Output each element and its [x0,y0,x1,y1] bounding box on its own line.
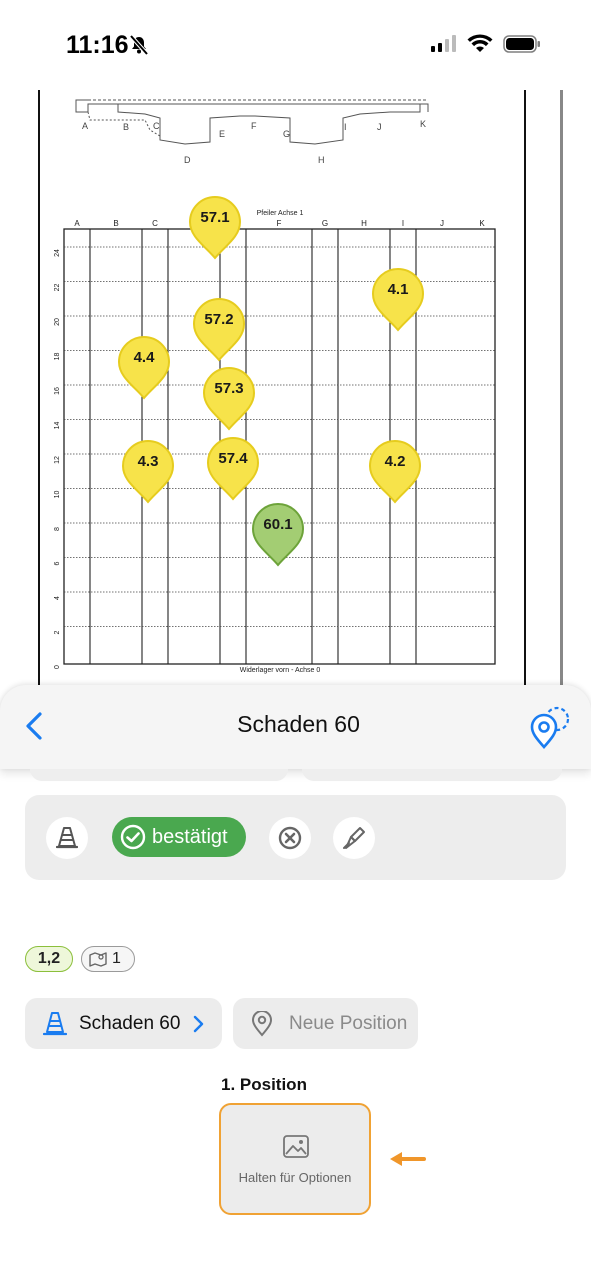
damage-link-label: Schaden 60 [79,1012,181,1034]
cellular-signal-icon [431,35,457,58]
caption-top: Pfeiler Achse 1 [257,210,304,217]
grid-column-label: I [402,219,404,228]
status-time: 11:16 [66,31,129,59]
damage-pin-label: 57.2 [204,311,234,328]
new-position-label: Neue Position [289,1012,408,1034]
wifi-icon [467,34,493,59]
damage-pin-label: 57.4 [218,450,248,467]
section-label: K [420,119,426,129]
damage-link-chip[interactable]: Schaden 60 [25,998,222,1049]
hidden-chip-row [0,769,591,783]
photo-hint: Halten für Optionen [238,1170,352,1185]
grid-row-label: 6 [54,561,61,565]
grid-row-label: 8 [54,527,61,531]
status-confirmed-button[interactable]: bestätigt [112,817,246,857]
grid-row-label: 12 [54,456,61,464]
image-icon [283,1135,309,1158]
map-count-badge: 1 [81,946,135,972]
grid-column-label: H [361,219,367,228]
section-label: D [184,155,191,165]
section-label: B [123,122,129,132]
damage-pin[interactable]: 57.3 [202,366,256,432]
scale-badge-value: 1,2 [37,950,61,967]
grid-row-label: 20 [54,318,61,326]
sheet-title: Schaden 60 [237,711,360,737]
grid-row-label: 4 [54,596,61,600]
section-label: H [318,155,325,165]
damage-pin[interactable]: 4.2 [368,439,422,505]
grid-column-label: F [277,219,282,228]
grid-column-label: B [113,219,118,228]
photo-placeholder[interactable]: Halten für Optionen [219,1103,371,1215]
arrow-left-icon [388,1149,428,1174]
status-repaired-button[interactable] [333,817,375,859]
damage-pin-label: 4.1 [387,281,409,298]
map-count-value: 1 [112,950,121,967]
damage-pin-label: 4.4 [133,349,155,366]
status-confirmed-label: bestätigt [152,825,228,848]
battery-icon [503,35,541,58]
section-label: I [344,122,347,132]
section-label: F [251,121,257,131]
status-bar: 11:16 [0,0,591,90]
caption-bottom: Widerlager vorn - Achse 0 [240,667,321,674]
location-pin-icon [251,1010,273,1037]
new-position-chip[interactable]: Neue Position [233,998,418,1049]
grid-column-label: K [479,219,485,228]
grid-row-label: 14 [54,422,61,430]
traffic-cone-icon [43,1011,67,1035]
damage-pin[interactable]: 57.1 [188,195,242,261]
grid-row-label: 10 [54,491,61,499]
map-pin-icon [89,952,107,967]
grid-row-label: 24 [54,249,61,257]
plan-drawing: ABCDEFGHIJK ABCDEFGHIJK 2422201816141210… [54,99,496,674]
damage-pin-label: 57.3 [214,380,244,397]
damage-pin-label: 57.1 [200,209,230,226]
section-label: A [82,121,88,131]
damage-pin-label: 60.1 [263,516,293,533]
status-rejected-button[interactable] [269,817,311,859]
traffic-cone-icon [56,827,78,849]
check-circle-icon [120,824,146,850]
section-label: G [283,129,290,139]
damage-pin-label: 4.2 [384,453,406,470]
damage-pin[interactable]: 4.4 [117,335,171,401]
damage-pin[interactable]: 60.1 [251,502,305,568]
damage-pin[interactable]: 57.4 [206,436,260,502]
grid-row-label: 2 [54,630,61,634]
plan-view[interactable]: ABCDEFGHIJK ABCDEFGHIJK 2422201816141210… [0,90,591,690]
scale-badge: 1,2 [25,946,73,972]
damage-pin[interactable]: 4.1 [371,267,425,333]
grid-column-label: G [322,219,328,228]
grid-column-label: J [440,219,444,228]
grid-column-label: A [74,219,80,228]
grid-row-label: 22 [54,284,61,292]
section-label: C [153,121,160,131]
locate-pin-button[interactable] [525,703,573,756]
status-card: bestätigt [25,795,566,880]
bell-muted-icon [128,34,150,61]
grid-row-label: 18 [54,353,61,361]
bottom-sheet-header: Schaden 60 [0,685,591,769]
section-label: E [219,129,225,139]
damage-pin[interactable]: 57.2 [192,297,246,363]
trowel-icon [343,827,365,849]
position-title: 1. Position [221,1075,307,1094]
status-open-button[interactable] [46,817,88,859]
grid-row-label: 0 [54,665,61,669]
damage-pin[interactable]: 4.3 [121,439,175,505]
section-label: J [377,122,382,132]
grid-row-label: 16 [54,387,61,395]
x-circle-icon [278,826,302,850]
location-pin-icon [530,706,570,749]
damage-pin-label: 4.3 [137,453,159,470]
grid-column-label: C [152,219,158,228]
chevron-right-icon [194,1015,204,1032]
